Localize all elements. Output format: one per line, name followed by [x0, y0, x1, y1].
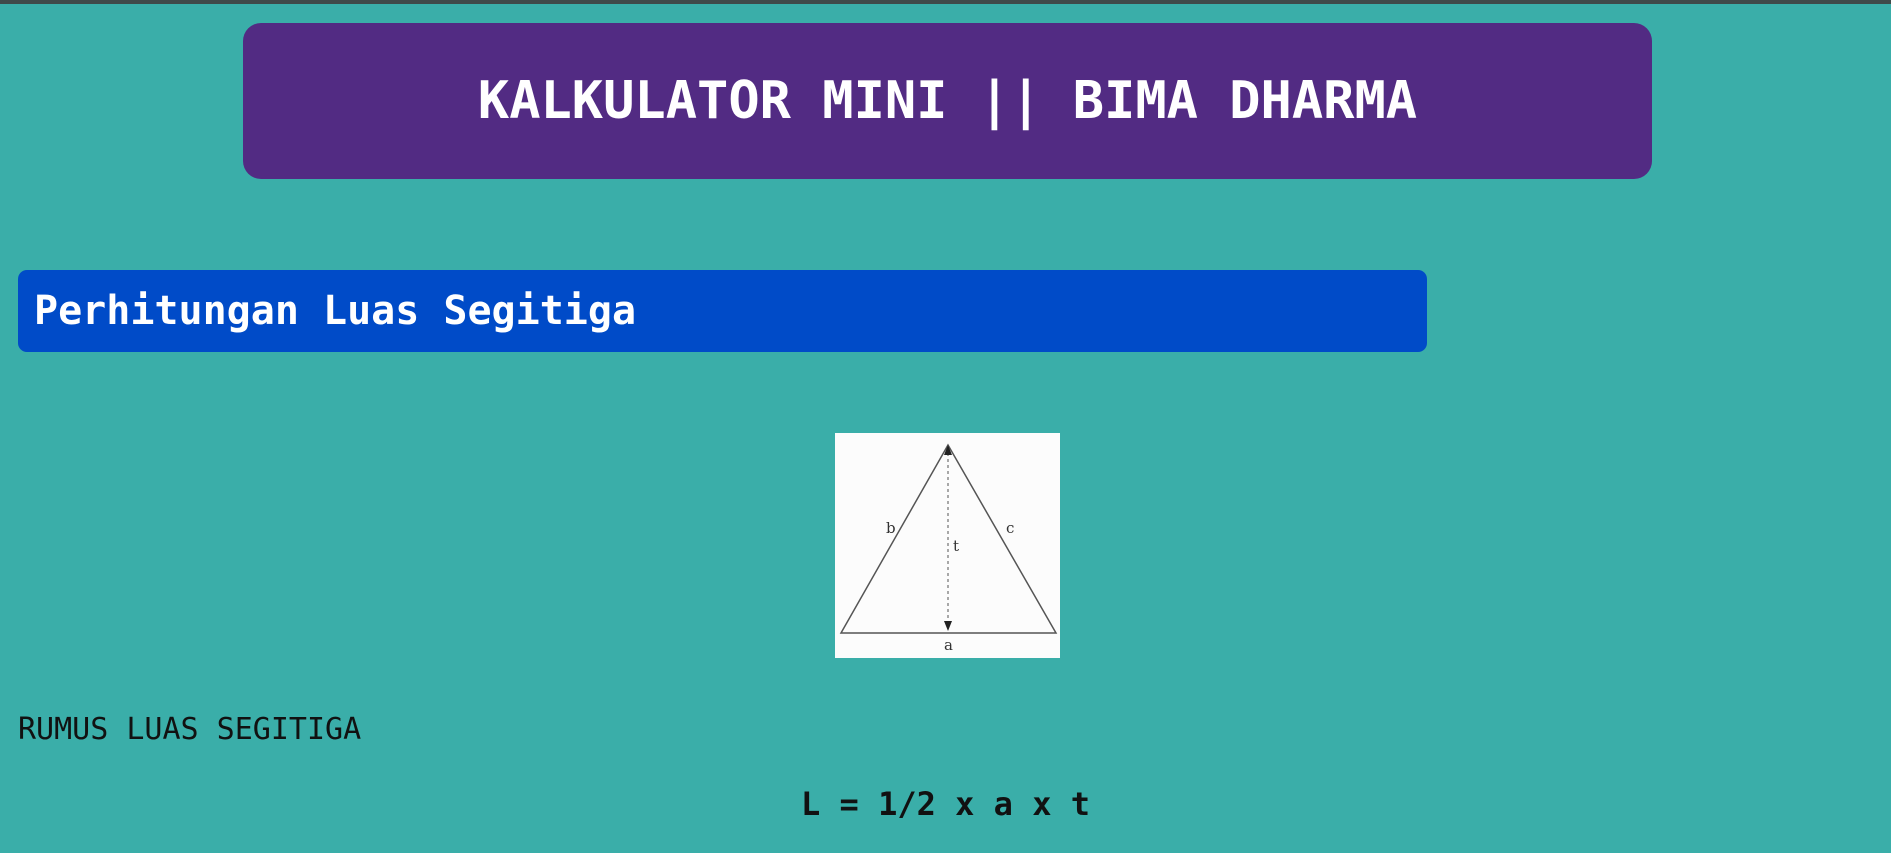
area-formula: L = 1/2 x a x t [801, 785, 1090, 823]
section-heading-bar: Perhitungan Luas Segitiga [18, 270, 1427, 352]
triangle-diagram: b c t a [839, 443, 1058, 654]
app-header: KALKULATOR MINI || BIMA DHARMA [243, 23, 1652, 179]
section-title: Perhitungan Luas Segitiga [34, 288, 637, 334]
formula-heading: RUMUS LUAS SEGITIGA [18, 712, 362, 747]
top-border [0, 0, 1891, 4]
side-b-label: b [886, 519, 896, 537]
height-arrow-bottom-icon [944, 621, 952, 631]
triangle-diagram-image: b c t a [835, 433, 1060, 658]
base-a-label: a [944, 636, 953, 654]
side-c-label: c [1006, 519, 1014, 537]
app-title: KALKULATOR MINI || BIMA DHARMA [477, 71, 1418, 131]
height-t-label: t [953, 537, 959, 555]
